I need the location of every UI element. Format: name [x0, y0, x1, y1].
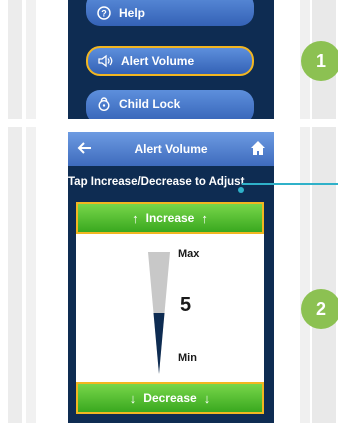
panel-separator: [0, 119, 338, 127]
increase-button[interactable]: ↑ Increase ↑: [76, 202, 264, 234]
alert-volume-button[interactable]: Alert Volume: [86, 46, 254, 76]
alert-volume-screen: Alert Volume Tap Increase/Decrease to Ad…: [68, 132, 274, 423]
child-lock-button[interactable]: Child Lock: [86, 90, 254, 119]
callout-line: [242, 183, 338, 185]
speaker-icon: [98, 53, 114, 69]
child-lock-label: Child Lock: [119, 97, 181, 111]
volume-indicator: Max 5 Min: [76, 234, 264, 382]
step-badge-1: 1: [301, 41, 338, 81]
svg-text:?: ?: [101, 9, 107, 19]
min-label: Min: [178, 352, 197, 364]
arrow-up-icon: ↑: [132, 210, 139, 226]
volume-wedge: [148, 252, 170, 374]
max-label: Max: [178, 248, 200, 260]
title-bar: Alert Volume: [68, 132, 274, 166]
alert-volume-label: Alert Volume: [121, 54, 195, 68]
decrease-button[interactable]: ↓ Decrease ↓: [76, 382, 264, 414]
help-label: Help: [119, 6, 146, 20]
volume-value: 5: [180, 294, 192, 316]
background-strip: [8, 0, 22, 423]
increase-label: Increase: [145, 211, 195, 225]
callout-dot: [238, 187, 244, 193]
lock-icon: [96, 96, 112, 112]
home-icon[interactable]: [250, 140, 266, 156]
help-button[interactable]: ? Help: [86, 0, 254, 26]
arrow-down-icon: ↓: [129, 390, 137, 406]
settings-menu-screen: ? Help Alert Volume Child Lock: [68, 0, 274, 119]
background-strip: [26, 0, 36, 423]
arrow-up-icon: ↑: [201, 210, 208, 226]
arrow-down-icon: ↓: [203, 390, 211, 406]
back-arrow-icon[interactable]: [76, 139, 94, 157]
help-icon: ?: [96, 5, 112, 21]
step-badge-2: 2: [301, 289, 338, 329]
page-title: Alert Volume: [134, 142, 208, 156]
instruction-text: Tap Increase/Decrease to Adjust: [68, 176, 245, 188]
decrease-label: Decrease: [143, 391, 197, 405]
